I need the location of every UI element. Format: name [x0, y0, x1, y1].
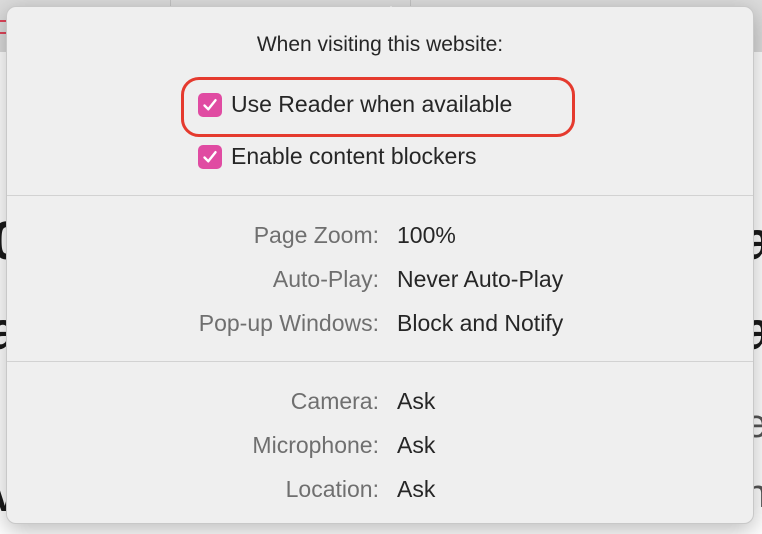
location-value[interactable]: Ask — [397, 476, 435, 503]
popover-title: When visiting this website: — [256, 33, 504, 56]
microphone-label: Microphone: — [252, 432, 379, 458]
microphone-row: Microphone: Ask — [7, 432, 753, 462]
location-label: Location: — [285, 476, 379, 502]
content-blockers-checkbox-row[interactable]: Enable content blockers — [198, 143, 477, 170]
popup-windows-value[interactable]: Block and Notify — [397, 310, 563, 337]
website-settings-popover: When visiting this website: Use Reader w… — [6, 6, 754, 524]
content-blockers-checkbox[interactable] — [198, 144, 222, 169]
auto-play-label: Auto-Play: — [272, 266, 379, 292]
use-reader-checkbox[interactable] — [198, 92, 222, 117]
section-divider — [7, 361, 753, 362]
auto-play-value[interactable]: Never Auto-Play — [397, 266, 563, 293]
camera-value[interactable]: Ask — [397, 388, 435, 415]
page-zoom-value[interactable]: 100% — [397, 222, 456, 249]
camera-row: Camera: Ask — [7, 388, 753, 418]
page-zoom-label: Page Zoom: — [253, 222, 379, 248]
auto-play-row: Auto-Play: Never Auto-Play — [7, 266, 753, 296]
section-divider — [7, 195, 753, 196]
checkmark-icon — [203, 98, 217, 110]
use-reader-checkbox-row[interactable]: Use Reader when available — [198, 91, 512, 118]
popup-windows-row: Pop-up Windows: Block and Notify — [7, 310, 753, 340]
popover-arrow — [381, 6, 401, 16]
microphone-value[interactable]: Ask — [397, 432, 435, 459]
page-zoom-row: Page Zoom: 100% — [7, 222, 753, 252]
location-row: Location: Ask — [7, 476, 753, 506]
checkmark-icon — [203, 150, 217, 162]
camera-label: Camera: — [290, 388, 379, 414]
use-reader-label: Use Reader when available — [231, 91, 513, 117]
popup-windows-label: Pop-up Windows: — [198, 310, 379, 336]
content-blockers-label: Enable content blockers — [231, 143, 477, 169]
